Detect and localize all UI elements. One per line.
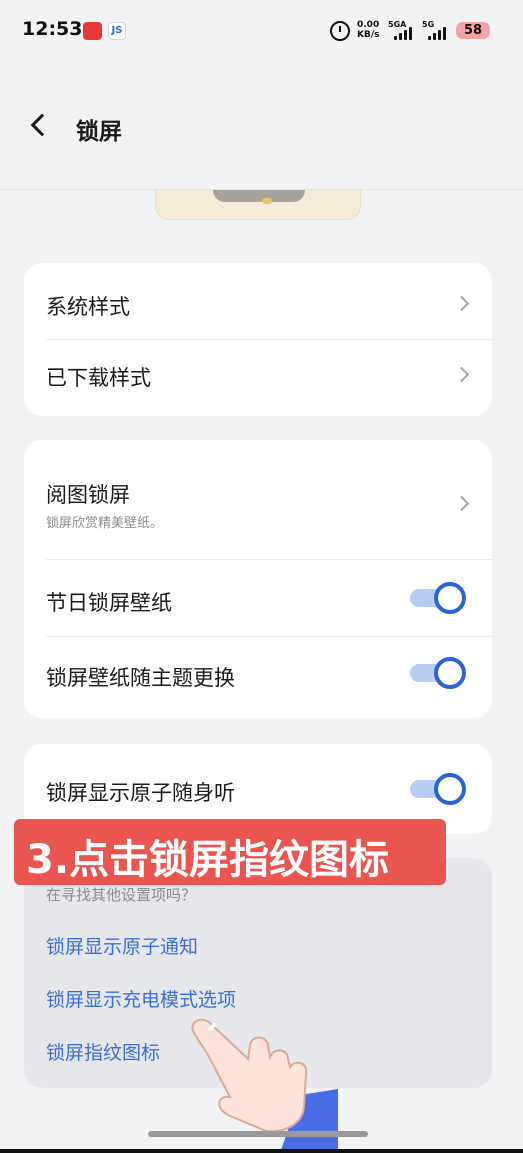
related-settings-hint: 在寻找其他设置项吗？ xyxy=(46,886,197,904)
list-item-label: 已下载样式 xyxy=(46,366,151,390)
link-charging-mode[interactable]: 锁屏显示充电模式选项 xyxy=(46,985,236,1012)
status-bar: 12:53 JS 0.00 KB/s 5GA 5G 58 xyxy=(0,0,523,64)
screen-bottom-edge xyxy=(0,1149,523,1153)
signal-5g-label: 5G xyxy=(422,20,435,29)
network-speed: 0.00 KB/s xyxy=(357,20,379,40)
list-item-subtitle: 锁屏欣赏精美壁纸。 xyxy=(46,516,164,531)
battery-indicator: 58 xyxy=(456,22,490,39)
network-speed-unit: KB/s xyxy=(357,30,380,40)
preview-clock-shape xyxy=(213,190,305,202)
preview-accent-dot xyxy=(262,198,272,204)
status-time: 12:53 xyxy=(22,18,83,40)
list-item-system-style[interactable]: 系统样式 xyxy=(24,263,492,339)
list-item-label: 阅图锁屏 xyxy=(46,483,130,507)
home-indicator[interactable] xyxy=(148,1131,368,1137)
network-speed-value: 0.00 xyxy=(357,20,380,30)
signal-5ga-icon: 5GA xyxy=(388,20,418,40)
link-fingerprint-icon[interactable]: 锁屏指纹图标 xyxy=(46,1038,160,1065)
page-title: 锁屏 xyxy=(76,119,122,145)
chevron-right-icon xyxy=(453,495,470,512)
toggle-knob xyxy=(434,657,466,689)
wallpaper-card: 阅图锁屏 锁屏欣赏精美壁纸。 节日锁屏壁纸 锁屏壁纸随主题更换 xyxy=(24,440,492,718)
toggle-knob xyxy=(434,773,466,805)
signal-5ga-label: 5GA xyxy=(388,20,407,29)
tutorial-banner: 3.点击锁屏指纹图标 xyxy=(14,819,446,885)
atom-player-toggle[interactable] xyxy=(410,773,470,805)
tutorial-banner-text: 3.点击锁屏指纹图标 xyxy=(26,837,390,883)
chevron-right-icon xyxy=(453,366,470,383)
list-item-label: 节日锁屏壁纸 xyxy=(46,591,172,615)
toggle-knob xyxy=(434,582,466,614)
page-header: 锁屏 xyxy=(0,64,523,190)
list-item-label: 系统样式 xyxy=(46,295,130,319)
list-item-downloaded-style[interactable]: 已下载样式 xyxy=(24,340,492,416)
style-card: 系统样式 已下载样式 xyxy=(24,263,492,416)
signal-5g-icon: 5G xyxy=(422,20,452,40)
list-item-holiday-wallpaper: 节日锁屏壁纸 xyxy=(24,560,492,636)
chevron-right-icon xyxy=(453,295,470,312)
list-item-label: 锁屏显示原子随身听 xyxy=(46,781,235,805)
back-button[interactable] xyxy=(24,108,56,142)
link-atom-notification[interactable]: 锁屏显示原子通知 xyxy=(46,932,198,959)
list-item-gallery-lockscreen[interactable]: 阅图锁屏 锁屏欣赏精美壁纸。 xyxy=(24,440,492,559)
app-notification-icon-2: JS xyxy=(108,22,126,40)
theme-wallpaper-toggle[interactable] xyxy=(410,657,470,689)
alarm-icon xyxy=(330,21,350,41)
holiday-wallpaper-toggle[interactable] xyxy=(410,582,470,614)
app-notification-icon xyxy=(83,22,102,40)
list-item-theme-wallpaper: 锁屏壁纸随主题更换 xyxy=(24,637,492,718)
list-item-label: 锁屏壁纸随主题更换 xyxy=(46,666,235,690)
lockscreen-preview-thumbnail[interactable] xyxy=(155,190,361,220)
